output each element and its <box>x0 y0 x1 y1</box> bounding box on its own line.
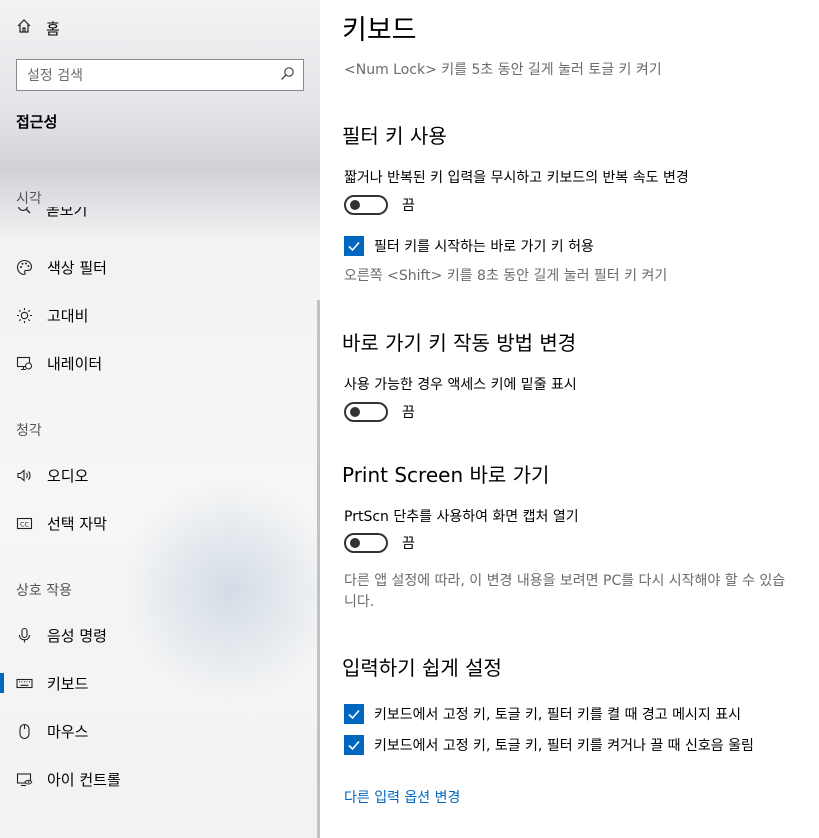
sidebar-item-label: 돋보기 <box>46 207 88 219</box>
home-icon <box>16 18 32 38</box>
section-label-vision: 시각 <box>16 191 42 207</box>
sun-icon <box>16 307 33 324</box>
numlock-hint: <Num Lock> 키를 5초 동안 길게 눌러 토글 키 켜기 <box>344 62 662 78</box>
sidebar-item-label: 키보드 <box>47 674 89 693</box>
sidebar-item-magnifier[interactable]: 돋보기 <box>16 207 116 223</box>
filter-keys-shortcut-checkbox[interactable] <box>344 236 364 256</box>
section-label-hearing: 청각 <box>16 423 42 439</box>
narrator-icon <box>16 355 33 372</box>
shortcut-keys-heading: 바로 가기 키 작동 방법 변경 <box>342 331 577 355</box>
sidebar-item-color-filters[interactable]: 색상 필터 <box>0 247 316 287</box>
search-box[interactable]: 설정 검색 <box>16 59 304 91</box>
filter-keys-heading: 필터 키 사용 <box>342 124 447 148</box>
typing-heading: 입력하기 쉽게 설정 <box>342 656 502 680</box>
access-keys-description: 사용 가능한 경우 액세스 키에 밑줄 표시 <box>344 377 577 393</box>
search-input[interactable]: 설정 검색 <box>27 65 83 85</box>
sidebar-item-label: 선택 자막 <box>47 514 107 533</box>
checkbox-label: 키보드에서 고정 키, 토글 키, 필터 키를 켜거나 끌 때 신호음 울림 <box>374 738 754 754</box>
sidebar-item-keyboard[interactable]: 키보드 <box>0 663 316 703</box>
checkbox-label: 키보드에서 고정 키, 토글 키, 필터 키를 켤 때 경고 메시지 표시 <box>374 707 741 723</box>
sidebar-item-label: 고대비 <box>47 306 89 325</box>
svg-text:CC: CC <box>20 520 30 528</box>
access-keys-toggle-row[interactable]: 끔 <box>344 402 415 422</box>
print-screen-toggle[interactable] <box>344 533 388 553</box>
print-screen-note: 다른 앱 설정에 따라, 이 변경 내용을 보려면 PC를 다시 시작해야 할 … <box>344 573 786 610</box>
sidebar-item-closed-captions[interactable]: CC 선택 자막 <box>0 503 316 543</box>
toggle-state-label: 끔 <box>402 536 415 552</box>
magnifier-icon <box>16 207 32 219</box>
page-title: 키보드 <box>342 15 417 46</box>
sidebar-item-mouse[interactable]: 마우스 <box>0 711 316 751</box>
sidebar-item-audio[interactable]: 오디오 <box>0 455 316 495</box>
sidebar-item-label: 마우스 <box>47 722 89 741</box>
filter-keys-shortcut-checkbox-row[interactable]: 필터 키를 시작하는 바로 가기 키 허용 <box>344 236 594 256</box>
microphone-icon <box>16 627 33 644</box>
sidebar-item-eye-control[interactable]: 아이 컨트롤 <box>0 759 316 799</box>
sidebar-item-speech[interactable]: 음성 명령 <box>0 615 316 655</box>
access-keys-toggle[interactable] <box>344 402 388 422</box>
sidebar-title: 접근성 <box>16 113 58 131</box>
print-screen-toggle-row[interactable]: 끔 <box>344 533 415 553</box>
sidebar-item-label: 아이 컨트롤 <box>47 770 121 789</box>
mouse-icon <box>16 723 33 740</box>
filter-keys-description: 짧거나 반복된 키 입력을 무시하고 키보드의 반복 속도 변경 <box>344 170 689 186</box>
keyboard-icon <box>16 675 33 692</box>
sidebar-item-label: 음성 명령 <box>47 626 107 645</box>
search-icon[interactable] <box>280 66 295 85</box>
sidebar-item-narrator[interactable]: 내레이터 <box>0 343 316 383</box>
other-input-options-link[interactable]: 다른 입력 옵션 변경 <box>344 787 460 807</box>
checkbox-label: 필터 키를 시작하는 바로 가기 키 허용 <box>374 239 594 255</box>
section-label-interaction: 상호 작용 <box>16 583 72 599</box>
filter-keys-shortcut-hint: 오른쪽 <Shift> 키를 8초 동안 길게 눌러 필터 키 켜기 <box>344 268 668 284</box>
filter-keys-toggle[interactable] <box>344 195 388 215</box>
home-nav[interactable]: 홈 <box>16 14 60 42</box>
toggle-state-label: 끔 <box>402 405 415 421</box>
sidebar-item-high-contrast[interactable]: 고대비 <box>0 295 316 335</box>
sidebar-item-label: 내레이터 <box>47 354 103 373</box>
warning-message-checkbox-row[interactable]: 키보드에서 고정 키, 토글 키, 필터 키를 켤 때 경고 메시지 표시 <box>344 704 741 724</box>
eye-control-icon <box>16 771 33 788</box>
beep-checkbox[interactable] <box>344 735 364 755</box>
warning-message-checkbox[interactable] <box>344 704 364 724</box>
print-screen-heading: Print Screen 바로 가기 <box>342 463 550 487</box>
palette-icon <box>16 259 33 276</box>
sidebar-item-label: 색상 필터 <box>47 258 107 277</box>
sidebar: 홈 설정 검색 접근성 시각 돋보기 색상 필터 고대비 내레이터 청각 오디오… <box>0 0 320 838</box>
speaker-icon <box>16 467 33 484</box>
cc-icon: CC <box>16 515 33 532</box>
beep-checkbox-row[interactable]: 키보드에서 고정 키, 토글 키, 필터 키를 켜거나 끌 때 신호음 울림 <box>344 735 754 755</box>
filter-keys-toggle-row[interactable]: 끔 <box>344 195 415 215</box>
print-screen-description: PrtScn 단추를 사용하여 화면 캡처 열기 <box>344 509 579 525</box>
sidebar-item-label: 오디오 <box>47 466 89 485</box>
home-label: 홈 <box>46 19 60 38</box>
toggle-state-label: 끔 <box>402 198 415 214</box>
